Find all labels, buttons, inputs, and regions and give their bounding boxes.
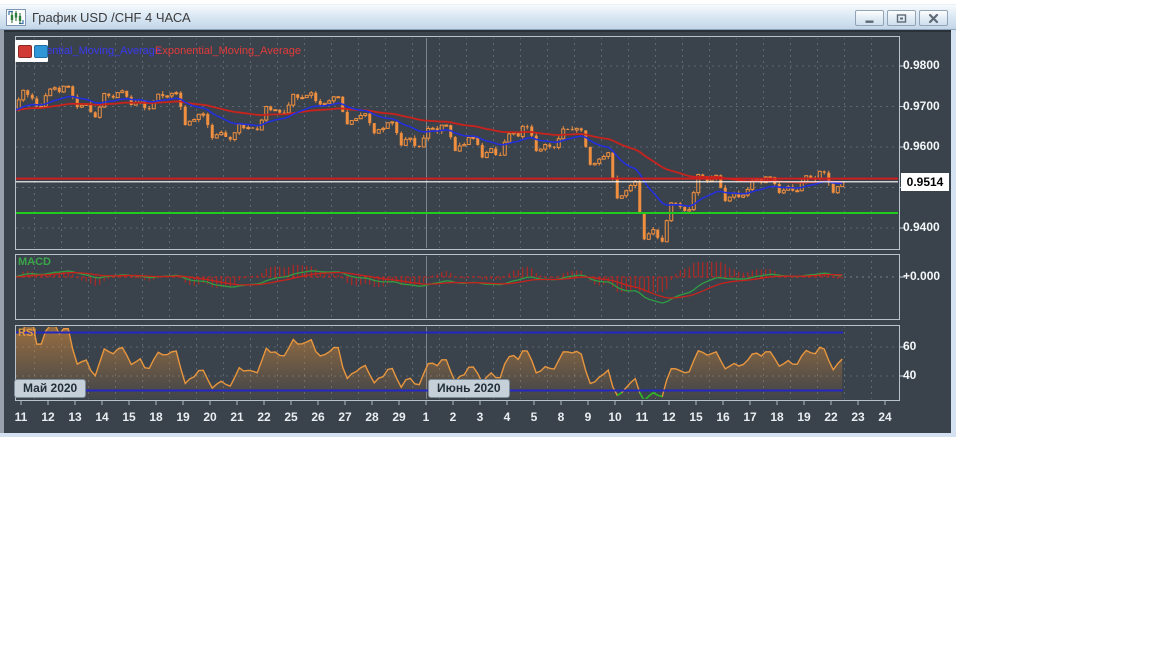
month-label-june: Июнь 2020 xyxy=(428,379,510,398)
time-axis-label: 19 xyxy=(176,410,190,424)
time-axis-label: 9 xyxy=(584,410,592,424)
month-label-may: Май 2020 xyxy=(14,379,87,398)
time-axis-label: 3 xyxy=(476,410,484,424)
time-axis-label: 22 xyxy=(824,410,838,424)
time-axis-label: 1 xyxy=(422,410,430,424)
time-axis-label: 28 xyxy=(365,410,379,424)
price-axis-label: 0.9700 xyxy=(903,98,940,113)
time-axis-label: 13 xyxy=(68,410,82,424)
price-axis-label: 0.9400 xyxy=(903,220,940,234)
time-axis-label: 8 xyxy=(557,410,565,424)
time-axis-label: 19 xyxy=(797,410,811,424)
macd-label: MACD xyxy=(18,256,51,268)
time-axis-label: 17 xyxy=(743,410,757,424)
time-axis-label: 4 xyxy=(503,410,511,424)
price-axis-label: 0.9800 xyxy=(903,58,940,72)
macd-axis-label: +0.000 xyxy=(903,269,941,283)
time-axis-label: 15 xyxy=(122,410,136,424)
time-axis-label: 29 xyxy=(392,410,406,424)
time-axis-label: 18 xyxy=(770,410,784,424)
time-axis-label: 16 xyxy=(716,410,730,424)
time-axis-label: 21 xyxy=(230,410,244,424)
chart-canvas[interactable] xyxy=(0,4,956,437)
legend-swatch-box xyxy=(15,40,48,62)
time-axis-label: 25 xyxy=(284,410,298,424)
time-axis-label: 15 xyxy=(689,410,703,424)
chart-window: График USD /CHF 4 ЧАСА Exponential_Movin… xyxy=(0,4,956,437)
time-axis-label: 12 xyxy=(41,410,55,424)
time-axis-label: 20 xyxy=(203,410,217,424)
time-axis-label: 12 xyxy=(662,410,676,424)
time-axis-label: 22 xyxy=(257,410,271,424)
ema-slow-color-swatch[interactable] xyxy=(18,44,32,58)
ema-fast-color-swatch[interactable] xyxy=(34,44,48,58)
time-axis-label: 26 xyxy=(311,410,325,424)
time-axis-label: 27 xyxy=(338,410,352,424)
rsi-axis-label: 40 xyxy=(903,368,917,382)
rsi-axis-label: 60 xyxy=(903,339,917,353)
time-axis-label: 11 xyxy=(635,410,649,424)
time-axis-label: 10 xyxy=(608,410,622,424)
time-axis-label: 14 xyxy=(95,410,109,424)
price-axis-label: 0.9600 xyxy=(903,139,940,153)
time-axis-label: 5 xyxy=(530,410,538,424)
time-axis-label: 23 xyxy=(851,410,865,424)
time-axis-label: 2 xyxy=(449,410,457,424)
rsi-label: RSI xyxy=(18,327,37,339)
current-price-label: 0.9514 xyxy=(901,173,949,191)
legend-ema-slow-label: Exponential_Moving_Average xyxy=(155,45,301,57)
time-axis-label: 18 xyxy=(149,410,163,424)
time-axis-label: 11 xyxy=(14,410,28,424)
time-axis-label: 24 xyxy=(878,410,892,424)
